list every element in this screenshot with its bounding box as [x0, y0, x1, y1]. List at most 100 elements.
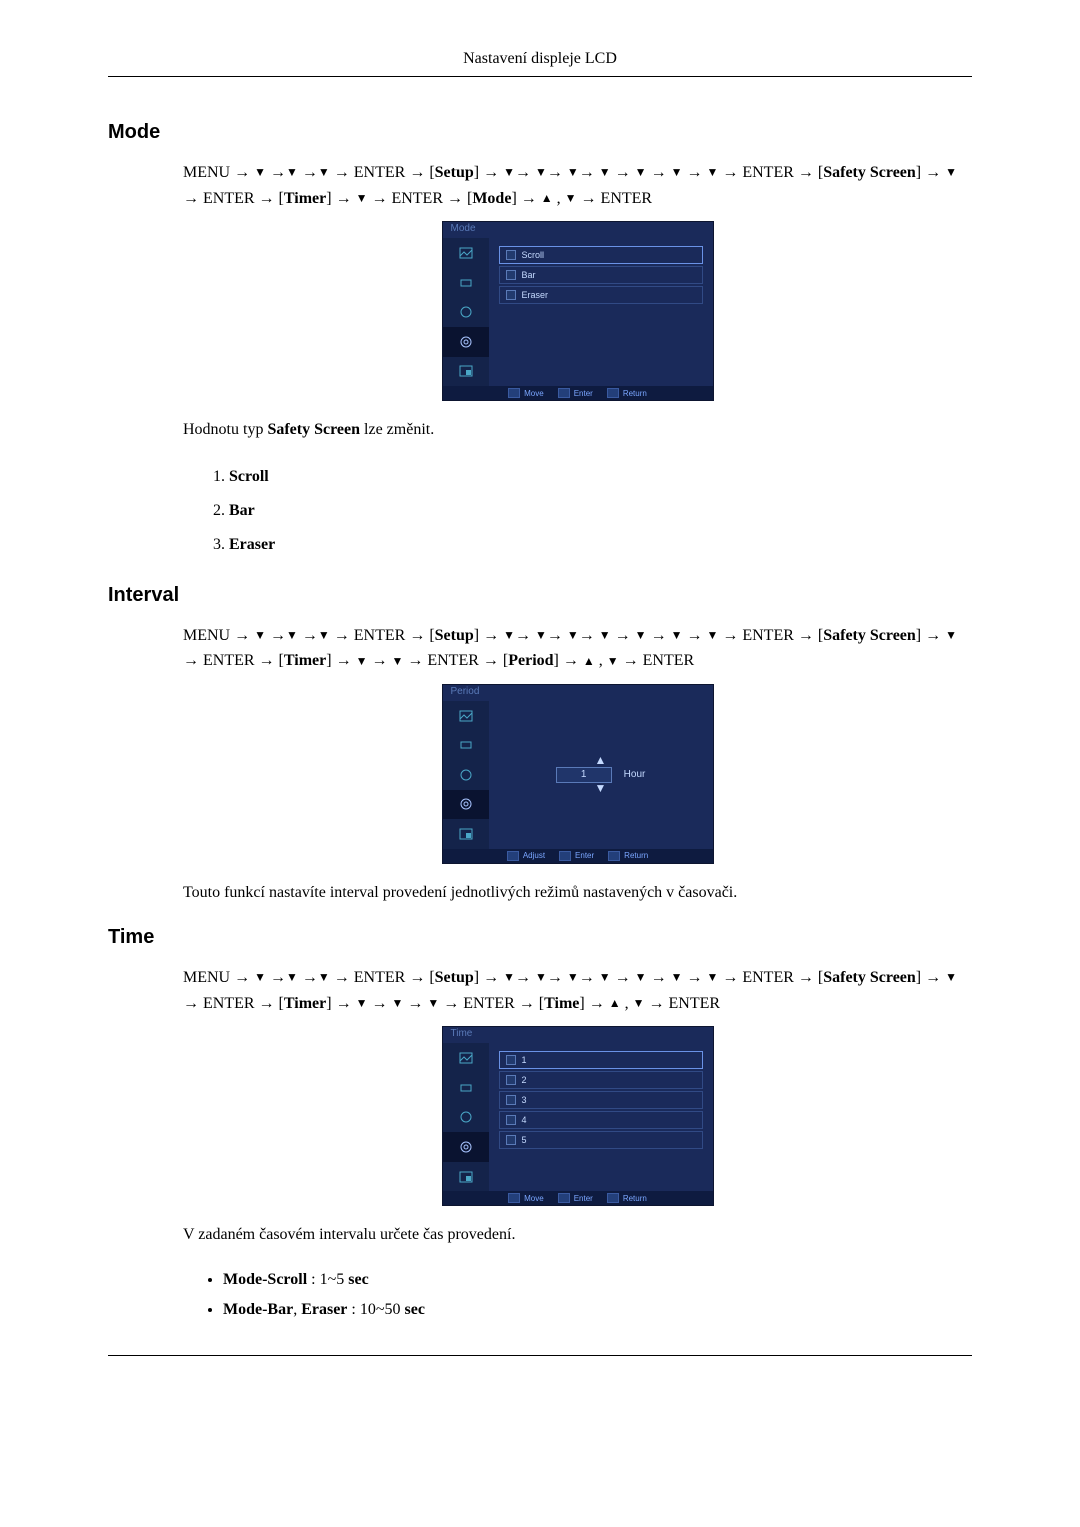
mode-content: MENU → ▼ →▼ →▼ → ENTER → [Setup] → ▼→ ▼→… [183, 160, 972, 562]
osd-time-screenshot: Time 1 2 3 4 5 Move En [442, 1026, 714, 1206]
picture-icon [443, 701, 489, 731]
osd-option-label: 5 [522, 1135, 527, 1145]
time-desc: V zadaném časovém intervalu určete čas p… [183, 1224, 972, 1246]
list-item-label: Bar [229, 502, 255, 519]
text: , [293, 1301, 301, 1318]
osd-option-eraser: Eraser [499, 286, 703, 304]
osd-icon-column [443, 238, 489, 386]
list-item-label: Scroll [229, 468, 269, 485]
osd-icon-column [443, 701, 489, 849]
nav-setup: Setup [435, 969, 474, 986]
list-item: Mode-Bar, Eraser : 10~50 sec [223, 1295, 972, 1325]
move-icon [508, 388, 520, 398]
osd-footer-return: Return [624, 851, 648, 860]
osd-option-label: Scroll [522, 250, 545, 260]
interval-desc: Touto funkcí nastavíte interval proveden… [183, 882, 972, 904]
enter-icon [558, 388, 570, 398]
interval-nav-path: MENU → ▼ →▼ →▼ → ENTER → [Setup] → ▼→ ▼→… [183, 623, 972, 674]
time-content: MENU → ▼ →▼ →▼ → ENTER → [Setup] → ▼→ ▼→… [183, 965, 972, 1325]
pip-icon [443, 819, 489, 849]
text-strong: sec [348, 1271, 368, 1288]
osd-option-label: Eraser [522, 290, 549, 300]
osd-option-label: 2 [522, 1075, 527, 1085]
osd-main-panel: Scroll Bar Eraser [489, 238, 713, 386]
osd-footer-enter: Enter [575, 851, 594, 860]
osd-title: Time [443, 1027, 713, 1043]
osd-title: Mode [443, 222, 713, 238]
time-nav-path: MENU → ▼ →▼ →▼ → ENTER → [Setup] → ▼→ ▼→… [183, 965, 972, 1016]
nav-timer: Timer [284, 652, 326, 669]
gear-icon [443, 790, 489, 820]
list-item: Eraser [229, 528, 972, 562]
osd-footer-move: Move [524, 1194, 544, 1203]
mode-nav-path: MENU → ▼ →▼ →▼ → ENTER → [Setup] → ▼→ ▼→… [183, 160, 972, 211]
sound-icon [443, 730, 489, 760]
osd-option-label: Bar [522, 270, 536, 280]
picture-icon [443, 1043, 489, 1073]
osd-footer: Adjust Enter Return [443, 849, 713, 863]
nav-period: Period [508, 652, 553, 669]
enter-icon [559, 851, 571, 861]
picture-icon [443, 238, 489, 268]
pip-icon [443, 357, 489, 387]
interval-content: MENU → ▼ →▼ →▼ → ENTER → [Setup] → ▼→ ▼→… [183, 623, 972, 905]
globe-icon [443, 760, 489, 790]
osd-option-label: 1 [522, 1055, 527, 1065]
osd-footer-return: Return [623, 389, 647, 398]
osd-interval-screenshot: Period ▲ 1 Hour ▼ [442, 684, 714, 864]
text-strong: Mode-Bar [223, 1301, 293, 1318]
nav-safety-screen: Safety Screen [823, 164, 916, 181]
globe-icon [443, 297, 489, 327]
mode-options-list: Scroll Bar Eraser [183, 460, 972, 562]
text-strong: Safety Screen [267, 421, 360, 438]
osd-footer-move: Move [524, 389, 544, 398]
list-item-label: Eraser [229, 536, 275, 553]
osd-option-1: 1 [499, 1051, 703, 1069]
heading-interval: Interval [108, 584, 972, 607]
text: Hodnotu typ [183, 421, 267, 438]
list-item: Bar [229, 494, 972, 528]
osd-option-scroll: Scroll [499, 246, 703, 264]
osd-option-4: 4 [499, 1111, 703, 1129]
osd-main-panel: ▲ 1 Hour ▼ [489, 701, 713, 849]
time-bullets: Mode-Scroll : 1~5 sec Mode-Bar, Eraser :… [183, 1265, 972, 1325]
osd-footer: Move Enter Return [443, 1191, 713, 1205]
osd-option-5: 5 [499, 1131, 703, 1149]
enter-icon [558, 1193, 570, 1203]
footer-rule [108, 1355, 972, 1357]
list-item: Mode-Scroll : 1~5 sec [223, 1265, 972, 1295]
text-strong: Mode-Scroll [223, 1271, 307, 1288]
text-strong: sec [405, 1301, 425, 1318]
text: lze změnit. [360, 421, 434, 438]
return-icon [607, 1193, 619, 1203]
list-item: Scroll [229, 460, 972, 494]
text: : 1~5 [307, 1271, 348, 1288]
nav-safety-screen: Safety Screen [823, 627, 916, 644]
heading-time: Time [108, 926, 972, 949]
osd-unit: Hour [624, 769, 646, 780]
text-strong: Eraser [301, 1301, 347, 1318]
osd-footer-return: Return [623, 1194, 647, 1203]
nav-timer: Timer [284, 190, 326, 207]
osd-option-label: 4 [522, 1115, 527, 1125]
return-icon [608, 851, 620, 861]
osd-footer-enter: Enter [574, 1194, 593, 1203]
text: : 10~50 [347, 1301, 404, 1318]
mode-desc: Hodnotu typ Safety Screen lze změnit. [183, 419, 972, 441]
nav-time: Time [544, 995, 579, 1012]
page-header: Nastavení displeje LCD [108, 50, 972, 77]
osd-footer-adjust: Adjust [523, 851, 545, 860]
nav-setup: Setup [435, 164, 474, 181]
nav-setup: Setup [435, 627, 474, 644]
move-icon [508, 1193, 520, 1203]
osd-title: Period [443, 685, 713, 701]
osd-footer: Move Enter Return [443, 386, 713, 400]
return-icon [607, 388, 619, 398]
osd-footer-enter: Enter [574, 389, 593, 398]
page: Nastavení displeje LCD Mode MENU → ▼ →▼ … [0, 0, 1080, 1527]
osd-option-3: 3 [499, 1091, 703, 1109]
heading-mode: Mode [108, 121, 972, 144]
osd-option-label: 3 [522, 1095, 527, 1105]
sound-icon [443, 268, 489, 298]
nav-mode: Mode [472, 190, 511, 207]
